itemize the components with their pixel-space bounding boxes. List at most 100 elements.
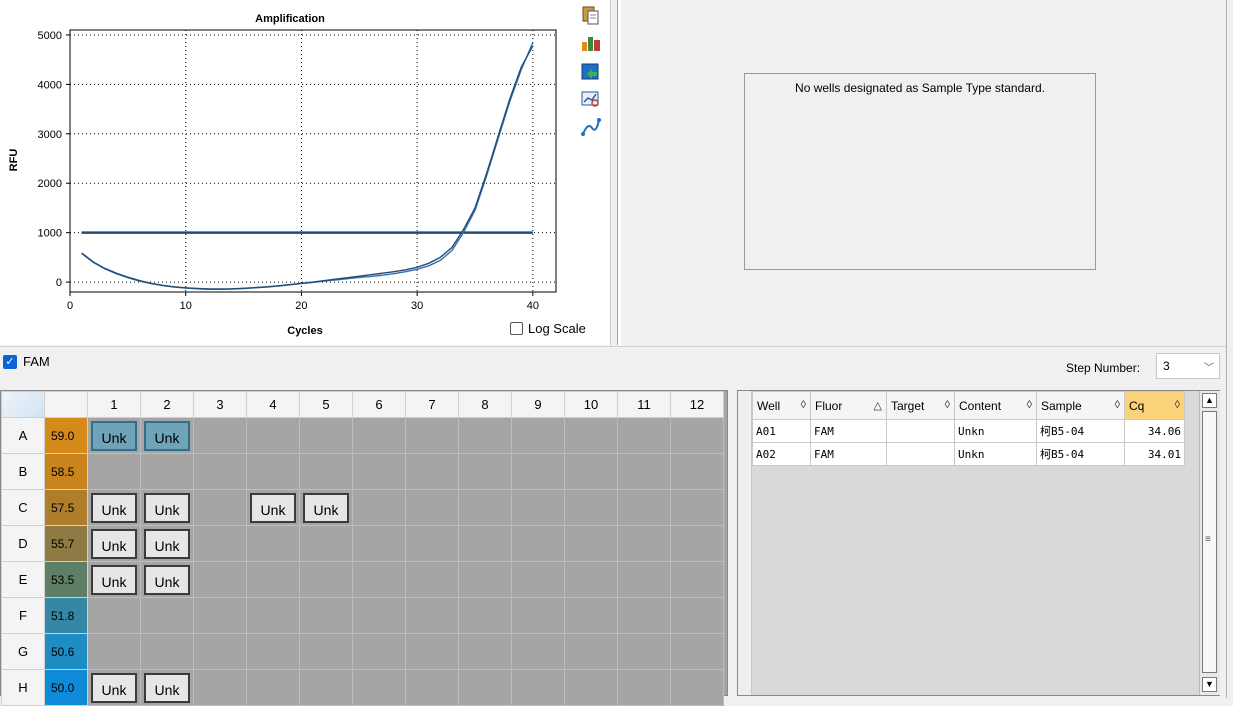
plate-well[interactable] xyxy=(140,453,194,490)
plate-well[interactable] xyxy=(564,525,618,562)
copy-icon[interactable] xyxy=(580,4,602,26)
zoom-chart-icon[interactable] xyxy=(580,88,602,110)
plate-well[interactable] xyxy=(617,597,671,634)
plate-well[interactable] xyxy=(299,561,353,598)
plate-well[interactable] xyxy=(193,453,247,490)
plate-well[interactable] xyxy=(458,525,512,562)
plate-well[interactable] xyxy=(193,489,247,526)
plate-well[interactable] xyxy=(617,669,671,706)
plate-column-header[interactable]: 11 xyxy=(617,391,671,418)
plate-well[interactable] xyxy=(352,525,406,562)
plate-well[interactable] xyxy=(299,525,353,562)
plate-well[interactable]: Unk xyxy=(87,489,141,526)
amplification-curve[interactable] xyxy=(81,42,534,290)
plate-row-header[interactable]: E xyxy=(1,561,45,598)
plate-well[interactable] xyxy=(617,561,671,598)
col-header-sample[interactable]: Sample ◊ xyxy=(1036,391,1125,420)
col-header-target[interactable]: Target ◊ xyxy=(886,391,955,420)
plate-well[interactable] xyxy=(670,669,724,706)
plate-column-header[interactable]: 12 xyxy=(670,391,724,418)
plate-well[interactable]: Unk xyxy=(140,669,194,706)
plate-well[interactable] xyxy=(458,669,512,706)
col-header-cq[interactable]: Cq ◊ xyxy=(1124,391,1185,420)
plate-well[interactable] xyxy=(511,597,565,634)
cell-sample[interactable]: 柯B5-04 xyxy=(1036,419,1125,443)
plate-well[interactable] xyxy=(617,489,671,526)
cell-fluor[interactable]: FAM xyxy=(810,442,887,466)
table-row[interactable]: A02 FAM Unkn 柯B5-04 34.01 xyxy=(752,442,1185,466)
plate-well[interactable]: Unk xyxy=(299,489,353,526)
plate-well[interactable] xyxy=(405,597,459,634)
fam-checkbox[interactable]: ✓ xyxy=(3,354,17,369)
plate-well[interactable] xyxy=(458,489,512,526)
plate-well[interactable]: Unk xyxy=(87,669,141,706)
plate-well[interactable] xyxy=(564,417,618,454)
scroll-down-button[interactable]: ▼ xyxy=(1202,677,1217,692)
plate-well[interactable] xyxy=(405,417,459,454)
plate-well[interactable] xyxy=(246,453,300,490)
plate-well[interactable] xyxy=(511,561,565,598)
plate-column-header[interactable]: 1 xyxy=(87,391,141,418)
plate-column-header[interactable]: 2 xyxy=(140,391,194,418)
plate-row-header[interactable]: H xyxy=(1,669,45,706)
plate-well[interactable] xyxy=(511,633,565,670)
plate-well[interactable] xyxy=(352,417,406,454)
plate-well[interactable] xyxy=(87,597,141,634)
plate-well[interactable] xyxy=(193,561,247,598)
plate-column-header[interactable]: 9 xyxy=(511,391,565,418)
row-selector-column[interactable] xyxy=(738,391,752,695)
log-scale-toggle[interactable]: Log Scale xyxy=(510,318,586,338)
plate-well[interactable] xyxy=(246,417,300,454)
scrollbar-thumb[interactable]: ≡ xyxy=(1202,411,1217,673)
plate-well[interactable] xyxy=(193,525,247,562)
plate-corner[interactable] xyxy=(1,391,45,418)
cell-content[interactable]: Unkn xyxy=(954,442,1037,466)
plate-well[interactable] xyxy=(564,453,618,490)
plate-row-header[interactable]: A xyxy=(1,417,45,454)
plate-well[interactable] xyxy=(564,633,618,670)
plate-row-header[interactable]: F xyxy=(1,597,45,634)
plate-well[interactable]: Unk xyxy=(87,417,141,454)
plate-well[interactable] xyxy=(670,453,724,490)
cell-sample[interactable]: 柯B5-04 xyxy=(1036,442,1125,466)
cell-fluor[interactable]: FAM xyxy=(810,419,887,443)
plate-well[interactable] xyxy=(564,597,618,634)
plate-well[interactable] xyxy=(299,417,353,454)
fam-filter[interactable]: ✓ FAM xyxy=(3,354,50,369)
plate-well[interactable] xyxy=(564,561,618,598)
plate-row-header[interactable]: D xyxy=(1,525,45,562)
plate-well[interactable] xyxy=(246,669,300,706)
step-number-select[interactable]: 3 ﹀ xyxy=(1156,353,1220,379)
plate-well[interactable] xyxy=(511,525,565,562)
plate-well[interactable] xyxy=(670,525,724,562)
cell-content[interactable]: Unkn xyxy=(954,419,1037,443)
plate-column-header[interactable]: 6 xyxy=(352,391,406,418)
cell-cq[interactable]: 34.01 xyxy=(1124,442,1185,466)
plate-well[interactable] xyxy=(193,633,247,670)
plate-well[interactable] xyxy=(246,597,300,634)
plate-well[interactable] xyxy=(511,453,565,490)
plate-well[interactable]: Unk xyxy=(140,417,194,454)
plate-well[interactable] xyxy=(405,633,459,670)
plate-well[interactable] xyxy=(352,597,406,634)
plate-well[interactable] xyxy=(617,417,671,454)
results-scrollbar[interactable]: ▲ ≡ ▼ xyxy=(1199,391,1220,695)
plate-well[interactable] xyxy=(140,633,194,670)
plate-well[interactable] xyxy=(670,561,724,598)
plate-well[interactable] xyxy=(405,453,459,490)
cell-cq[interactable]: 34.06 xyxy=(1124,419,1185,443)
plate-well[interactable] xyxy=(670,633,724,670)
plate-well[interactable] xyxy=(193,417,247,454)
plate-well[interactable] xyxy=(617,525,671,562)
scroll-up-button[interactable]: ▲ xyxy=(1202,393,1217,408)
plate-column-header[interactable]: 7 xyxy=(405,391,459,418)
plate-well[interactable] xyxy=(87,453,141,490)
plate-well[interactable] xyxy=(140,597,194,634)
plate-column-header[interactable]: 8 xyxy=(458,391,512,418)
plate-row-header[interactable]: B xyxy=(1,453,45,490)
plate-well[interactable] xyxy=(670,597,724,634)
plate-well[interactable]: Unk xyxy=(140,525,194,562)
cell-well[interactable]: A01 xyxy=(752,419,811,443)
plate-well[interactable] xyxy=(405,561,459,598)
plate-well[interactable] xyxy=(458,633,512,670)
